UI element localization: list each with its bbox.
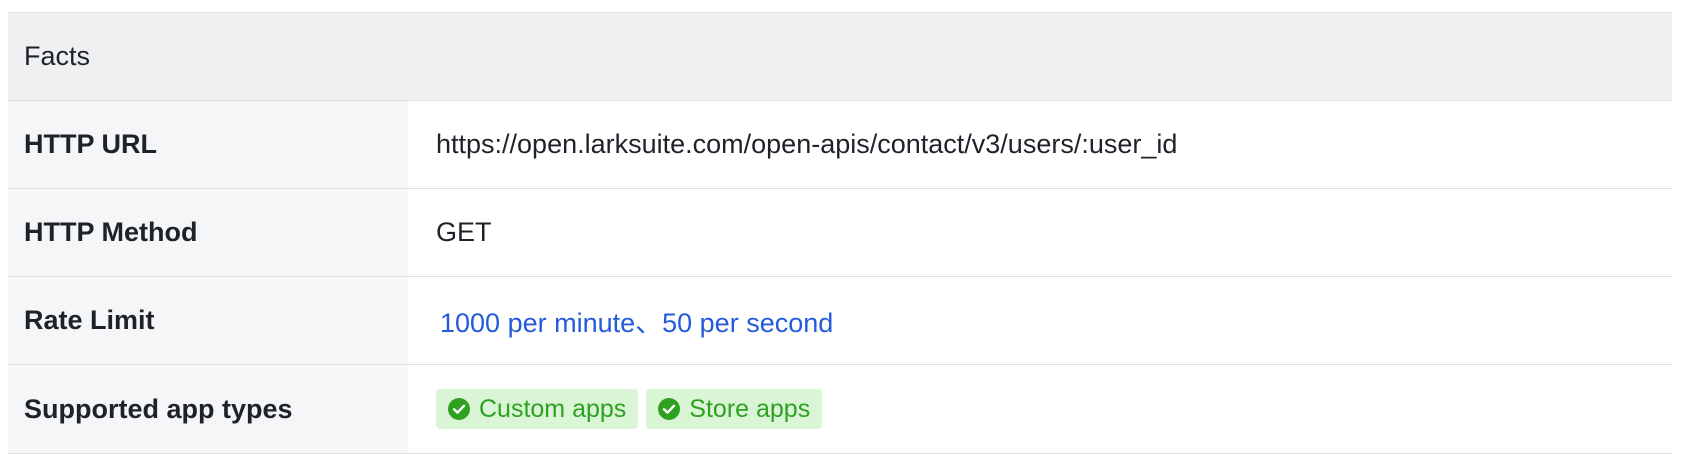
facts-value-http-url: https://open.larksuite.com/open-apis/con… — [436, 129, 1178, 159]
facts-row-app-types: Supported app types Custom apps Store ap… — [8, 365, 1672, 454]
facts-header: Facts — [8, 13, 1672, 101]
check-circle-icon — [448, 398, 470, 420]
check-circle-icon — [658, 398, 681, 420]
facts-key-http-method: HTTP Method — [8, 189, 408, 276]
facts-key-rate-limit: Rate Limit — [8, 277, 408, 364]
facts-key-http-url: HTTP URL — [8, 101, 408, 188]
facts-row-http-method: HTTP Method GET — [8, 189, 1672, 277]
custom-apps-label: Custom apps — [479, 394, 627, 423]
facts-table: Facts HTTP URL https://open.larksuite.co… — [8, 12, 1672, 454]
store-apps-tag: Store apps — [646, 389, 823, 429]
facts-value-app-types: Custom apps Store apps — [408, 365, 1672, 453]
facts-title: Facts — [24, 41, 91, 71]
rate-limit-link[interactable]: 1000 per minute、50 per second — [440, 301, 833, 340]
custom-apps-tag: Custom apps — [436, 389, 639, 429]
facts-value-http-method: GET — [436, 217, 492, 247]
facts-row-http-url: HTTP URL https://open.larksuite.com/open… — [8, 101, 1672, 189]
store-apps-label: Store apps — [689, 394, 811, 423]
facts-row-rate-limit: Rate Limit 1000 per minute、50 per second — [8, 277, 1672, 365]
facts-value-rate-limit: 1000 per minute、50 per second — [408, 277, 1672, 364]
facts-key-app-types: Supported app types — [8, 365, 408, 453]
